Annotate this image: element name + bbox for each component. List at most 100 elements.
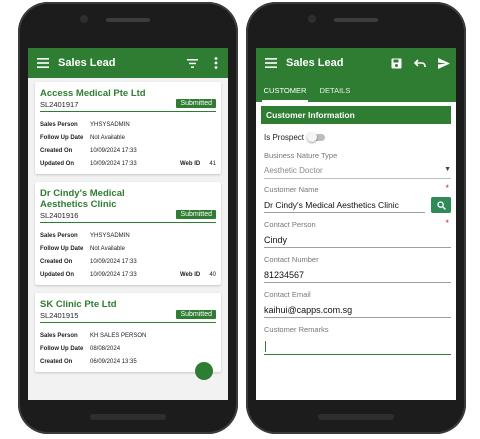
filter-icon[interactable]	[180, 48, 204, 78]
customer-name-field: Customer Name * Dr Cindy's Medical Aesth…	[261, 183, 451, 213]
card-details: Sales Person KH SALES PERSON Follow Up Da…	[40, 323, 216, 368]
add-icon[interactable]	[195, 362, 213, 380]
follow-up-row: Follow Up Date Not Available	[40, 242, 216, 255]
customer-remarks-field: Customer Remarks	[261, 325, 451, 355]
contact-email-field: Contact Email kaihui@capps.com.sg	[261, 290, 451, 318]
home-indicator	[90, 414, 166, 420]
business-nature-select[interactable]: Aesthetic Doctor ▼	[264, 166, 451, 179]
updated-value: 10/09/2024 17:33	[90, 160, 137, 167]
follow-up-value: 08/08/2024	[90, 345, 121, 352]
contact-number-label: Contact Number	[264, 255, 319, 264]
card-header: Dr Cindy's Medical Aesthetics Clinic SL2…	[40, 188, 216, 223]
contact-person-label: Contact Person	[264, 220, 316, 229]
is-prospect-toggle[interactable]	[307, 131, 326, 142]
customer-remarks-input[interactable]	[264, 338, 451, 355]
created-value: 10/09/2024 17:33	[90, 258, 137, 265]
required-mark: *	[445, 218, 449, 228]
created-value: 10/09/2024 17:33	[90, 147, 137, 154]
card-header: SK Clinic Pte Ltd SL2401915 Submitted	[40, 299, 216, 323]
speaker-grille	[334, 18, 378, 22]
sales-lead-list-screen: Sales Lead Access Medical Pte Ltd SL2401…	[28, 48, 228, 400]
phone-frame-left: Sales Lead Access Medical Pte Ltd SL2401…	[18, 2, 238, 434]
contact-number-field: Contact Number 81234567	[261, 255, 451, 283]
search-icon[interactable]	[431, 197, 451, 213]
follow-up-row: Follow Up Date 08/08/2024	[40, 342, 216, 355]
web-id-label: Web ID	[180, 160, 201, 167]
business-nature-label: Business Nature Type	[264, 151, 338, 160]
dropdown-arrow-icon: ▼	[444, 166, 451, 173]
tab-customer[interactable]: CUSTOMER	[256, 78, 314, 102]
save-icon[interactable]	[384, 48, 408, 78]
created-row: Created On 10/09/2024 17:33	[40, 144, 216, 157]
updated-label: Updated On	[40, 160, 74, 167]
created-row: Created On 06/09/2024 13:35	[40, 355, 216, 368]
contact-email-input[interactable]: kaihui@capps.com.sg	[264, 305, 451, 318]
created-label: Created On	[40, 147, 73, 154]
contact-number-input[interactable]: 81234567	[264, 270, 451, 283]
status-badge: Submitted	[176, 210, 216, 219]
page-title: Sales Lead	[58, 57, 116, 69]
business-nature-value: Aesthetic Doctor	[264, 166, 323, 175]
follow-up-label: Follow Up Date	[40, 134, 84, 141]
sales-person-row: Sales Person YHSYSADMIN	[40, 229, 216, 242]
app-bar: Sales Lead	[28, 48, 228, 78]
undo-icon[interactable]	[408, 48, 432, 78]
sales-person-value: YHSYSADMIN	[90, 232, 130, 239]
sales-person-label: Sales Person	[40, 232, 78, 239]
phone-frame-right: Sales Lead CUSTOMER DETAILS Customer Inf…	[246, 2, 466, 434]
sales-person-row: Sales Person YHSYSADMIN	[40, 118, 216, 131]
tab-bar: CUSTOMER DETAILS	[256, 78, 456, 102]
follow-up-label: Follow Up Date	[40, 245, 84, 252]
business-nature-field: Business Nature Type Aesthetic Doctor ▼	[261, 151, 451, 179]
customer-name-label: Customer Name	[264, 185, 319, 194]
app-bar: Sales Lead	[256, 48, 456, 78]
customer-name: Dr Cindy's Medical Aesthetics Clinic	[40, 188, 125, 210]
updated-row: Updated On 10/09/2024 17:33 Web ID 40	[40, 268, 216, 281]
sales-lead-card[interactable]: SK Clinic Pte Ltd SL2401915 Submitted Sa…	[35, 293, 221, 380]
contact-person-input[interactable]: Cindy	[264, 235, 451, 248]
customer-form: Customer Information Is Prospect Busines…	[256, 102, 456, 400]
sales-lead-card[interactable]: Dr Cindy's Medical Aesthetics Clinic SL2…	[35, 182, 221, 285]
menu-icon[interactable]	[28, 58, 58, 68]
send-icon[interactable]	[432, 48, 456, 78]
more-vert-icon[interactable]	[204, 48, 228, 78]
required-mark: *	[445, 183, 449, 193]
web-id-label: Web ID	[180, 271, 201, 278]
contact-person-field: Contact Person * Cindy	[261, 218, 451, 248]
customer-name: Access Medical Pte Ltd	[40, 88, 146, 99]
sales-person-label: Sales Person	[40, 121, 78, 128]
follow-up-row: Follow Up Date Not Available	[40, 131, 216, 144]
sales-person-value: YHSYSADMIN	[90, 121, 130, 128]
tab-details[interactable]: DETAILS	[314, 78, 356, 102]
created-label: Created On	[40, 358, 73, 365]
web-id-value: 41	[209, 160, 216, 167]
card-header: Access Medical Pte Ltd SL2401917 Submitt…	[40, 88, 216, 112]
status-badge: Submitted	[176, 99, 216, 108]
menu-icon[interactable]	[256, 58, 286, 68]
customer-name: SK Clinic Pte Ltd	[40, 299, 117, 310]
follow-up-label: Follow Up Date	[40, 345, 84, 352]
sales-lead-form-screen: Sales Lead CUSTOMER DETAILS Customer Inf…	[256, 48, 456, 400]
page-title: Sales Lead	[286, 57, 344, 69]
home-indicator	[318, 414, 394, 420]
sales-person-label: Sales Person	[40, 332, 78, 339]
updated-label: Updated On	[40, 271, 74, 278]
sales-person-value: KH SALES PERSON	[90, 332, 147, 339]
card-details: Sales Person YHSYSADMIN Follow Up Date Not…	[40, 112, 216, 170]
is-prospect-row: Is Prospect	[261, 128, 451, 146]
text-cursor	[265, 341, 266, 352]
sales-lead-card[interactable]: Access Medical Pte Ltd SL2401917 Submitt…	[35, 82, 221, 174]
customer-name-input[interactable]: Dr Cindy's Medical Aesthetics Clinic	[264, 200, 425, 213]
contact-email-label: Contact Email	[264, 290, 311, 299]
is-prospect-label: Is Prospect	[264, 132, 305, 142]
customer-remarks-label: Customer Remarks	[264, 325, 329, 334]
status-badge: Submitted	[176, 310, 216, 319]
follow-up-value: Not Available	[90, 134, 125, 141]
updated-row: Updated On 10/09/2024 17:33 Web ID 41	[40, 157, 216, 170]
section-header: Customer Information	[261, 106, 451, 124]
sales-lead-list: Access Medical Pte Ltd SL2401917 Submitt…	[28, 78, 228, 380]
speaker-grille	[106, 18, 150, 22]
card-details: Sales Person YHSYSADMIN Follow Up Date Not…	[40, 223, 216, 281]
camera-dot	[308, 15, 316, 23]
web-id-value: 40	[209, 271, 216, 278]
